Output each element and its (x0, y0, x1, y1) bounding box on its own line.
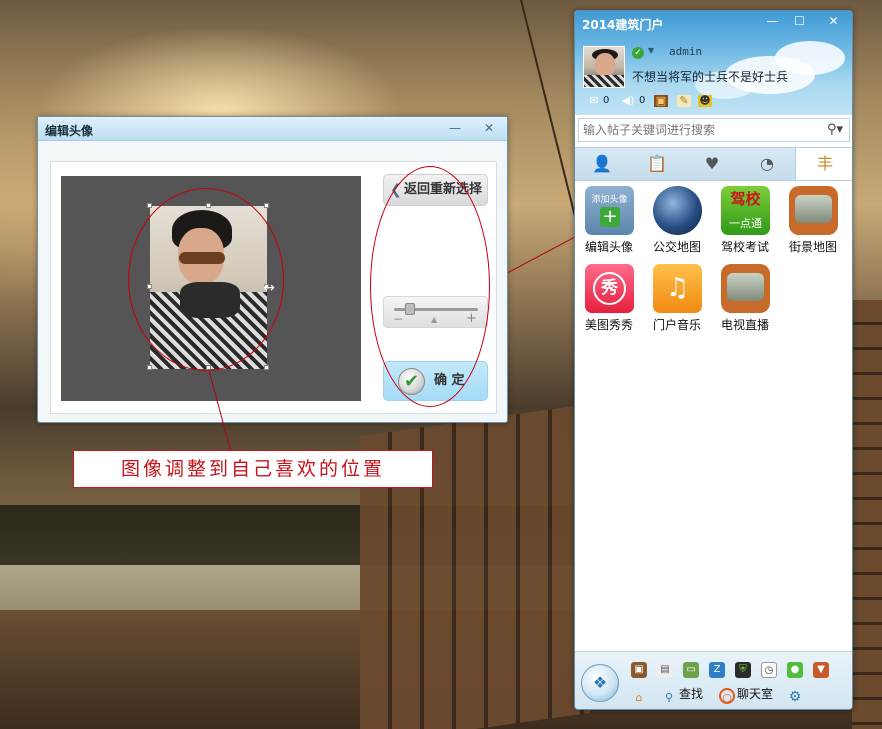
app-bus-map[interactable]: 公交地图 (644, 186, 710, 258)
app-label: 门户音乐 (652, 318, 701, 332)
crop-handle-top-left[interactable] (147, 203, 152, 208)
minimize-button[interactable]: — (761, 13, 784, 31)
crop-handle-top-right[interactable] (264, 203, 269, 208)
user-signature[interactable]: 不想当将军的士兵不是好士兵 (632, 68, 788, 85)
tab-history[interactable]: ◔ (740, 148, 794, 180)
globe-icon (653, 186, 702, 235)
signpost-icon: 丰 (816, 154, 833, 173)
annotation-ellipse-photo (128, 188, 284, 371)
mail-count: 0 (603, 95, 610, 106)
window-title: 编辑头像 (45, 124, 94, 138)
meitu-badge: 秀 (593, 272, 626, 305)
calendar-icon[interactable]: ▤ (657, 662, 673, 678)
note-icon[interactable]: ✎ (677, 95, 691, 107)
search-icon[interactable]: ⚲▾ (827, 122, 843, 137)
bottom-toolbar: ❖ ▣ ▤ ▭ Z ⛨ ◷ ● ▼ ⌂ ⚲ 查找 ○ 聊天室 ⚙ (575, 651, 852, 709)
chat-label: 聊天室 (737, 687, 774, 701)
tab-clipboard[interactable]: 📋 (630, 148, 684, 180)
home-icon: ⌂ (635, 691, 643, 704)
home-button[interactable]: ⌂ (631, 685, 649, 704)
portal-tabs: 👤 📋 ♥ ◔ 丰 (575, 147, 852, 181)
notice-count: 0 (639, 95, 646, 106)
app-label: 街景地图 (788, 240, 837, 254)
app-driving-exam[interactable]: 驾校 一点通 驾校考试 (712, 186, 778, 258)
shield-icon[interactable]: ⛨ (735, 662, 751, 678)
crop-handle-bottom-left[interactable] (147, 365, 152, 370)
main-menu-button[interactable]: ❖ (581, 664, 619, 702)
gear-icon: ⚙ (788, 689, 802, 705)
annotation-callout: 图像调整到自己喜欢的位置 (73, 450, 433, 488)
crop-handle-bottom-right[interactable] (264, 365, 269, 370)
app-street-view[interactable]: 街景地图 (780, 186, 846, 258)
plant-icon[interactable]: ▼ (813, 662, 829, 678)
add-avatar-icon: 添加头像 + (585, 186, 634, 235)
clock-icon[interactable]: ◷ (761, 662, 777, 678)
plus-icon: + (600, 207, 620, 227)
basket-icon[interactable]: ▭ (683, 662, 699, 678)
tab-favorites[interactable]: ♥ (685, 148, 739, 180)
app-tv-live[interactable]: 电视直播 (712, 264, 778, 336)
chatroom-button[interactable]: ○ 聊天室 (719, 685, 774, 704)
tv-screen (727, 273, 764, 301)
heart-icon: ♥ (704, 154, 720, 173)
search-box[interactable]: ⚲▾ (578, 118, 850, 142)
find-label: 查找 (679, 687, 704, 701)
clipboard-icon: 📋 (647, 154, 667, 173)
wallpaper-pier-post (852, 300, 882, 729)
tv-icon (721, 264, 770, 313)
speaker-icon[interactable]: ◀) (621, 95, 635, 107)
app-edit-avatar[interactable]: 添加头像 + 编辑头像 (576, 186, 642, 258)
app-shortcut-icon[interactable]: ▣ (631, 662, 647, 678)
avatar-face (595, 53, 615, 77)
chat-bubble-icon[interactable]: ● (787, 662, 803, 678)
online-check-icon[interactable]: ✓ (632, 47, 644, 59)
add-avatar-badge: 添加头像 (591, 195, 628, 205)
music-icon: ♫ (653, 264, 702, 313)
maximize-button[interactable]: ☐ (788, 13, 811, 31)
mail-icon[interactable]: ✉ (587, 95, 601, 107)
driving-school-icon: 驾校 一点通 (721, 186, 770, 235)
app-label: 编辑头像 (584, 240, 633, 254)
minimize-button[interactable]: — (444, 120, 466, 137)
avatar-body (584, 75, 624, 87)
portal-title: 2014建筑门户 (582, 18, 664, 32)
contacts-icon: 👤 (592, 154, 612, 173)
meitu-icon: 秀 (585, 264, 634, 313)
driving-school-badge-sub: 一点通 (729, 217, 762, 230)
tv-screen (795, 195, 832, 223)
app-label: 公交地图 (652, 240, 701, 254)
photo-icon[interactable]: ▣ (654, 95, 668, 107)
close-button[interactable]: ✕ (822, 13, 845, 31)
box-icon: ❖ (592, 673, 608, 692)
app-label: 驾校考试 (720, 240, 769, 254)
tv-icon (789, 186, 838, 235)
edit-avatar-titlebar[interactable]: 编辑头像 — ✕ (38, 117, 507, 141)
driving-school-badge: 驾校 (730, 190, 761, 208)
app-meitu[interactable]: 秀 美图秀秀 (576, 264, 642, 336)
portal-main-panel: 2014建筑门户 — ☐ ✕ ✓ ▼ admin 不想当将军的士兵不是好士兵 ✉… (574, 10, 853, 710)
clock-icon: ◔ (760, 154, 774, 173)
app-label: 电视直播 (720, 318, 769, 332)
find-button[interactable]: ⚲ 查找 (661, 685, 704, 704)
app-label: 美图秀秀 (584, 318, 633, 332)
z-icon[interactable]: Z (709, 662, 725, 678)
lifebuoy-icon: ○ (719, 688, 735, 704)
username: admin (669, 45, 703, 58)
chevron-down-icon[interactable]: ▼ (648, 46, 654, 55)
settings-button[interactable]: ⚙ (787, 685, 805, 705)
group-icon[interactable]: ☻ (698, 95, 712, 107)
close-button[interactable]: ✕ (478, 120, 500, 137)
app-music[interactable]: ♫ 门户音乐 (644, 264, 710, 336)
search-input[interactable] (579, 119, 819, 141)
annotation-ellipse-controls (370, 166, 490, 407)
user-avatar[interactable] (583, 46, 625, 88)
portal-header: 2014建筑门户 — ☐ ✕ ✓ ▼ admin 不想当将军的士兵不是好士兵 ✉… (575, 11, 852, 115)
tab-contacts[interactable]: 👤 (575, 148, 629, 180)
tab-apps[interactable]: 丰 (795, 148, 852, 180)
search-icon: ⚲ (664, 691, 674, 704)
